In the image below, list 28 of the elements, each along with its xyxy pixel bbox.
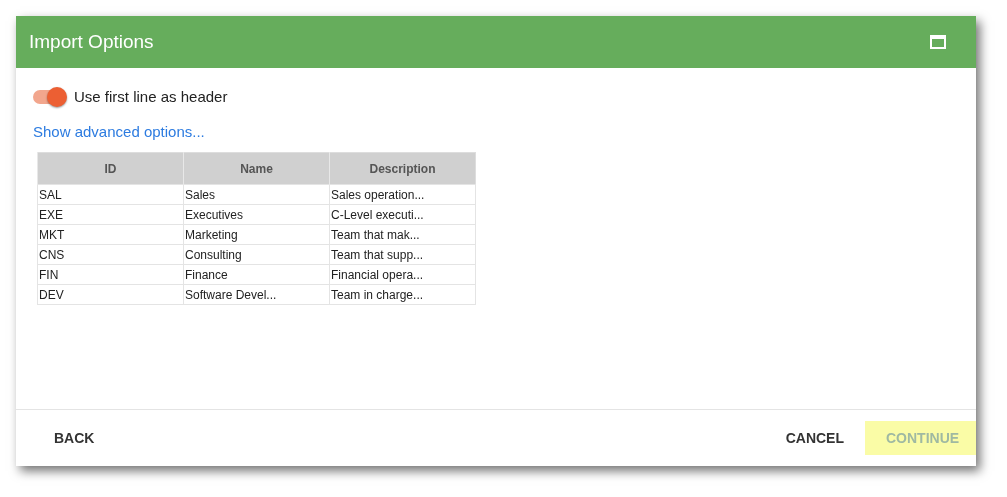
table-cell: Sales operation... — [329, 184, 476, 205]
toggle-switch[interactable] — [33, 89, 65, 104]
table-cell: FIN — [37, 264, 184, 285]
table-cell: SAL — [37, 184, 184, 205]
table-cell: Team in charge... — [329, 284, 476, 305]
table-cell: MKT — [37, 224, 184, 245]
advanced-options-link[interactable]: Show advanced options... — [33, 123, 205, 140]
column-header: Name — [183, 152, 330, 185]
table-cell: DEV — [37, 284, 184, 305]
table-cell: Executives — [183, 204, 330, 225]
table-cell: Finance — [183, 264, 330, 285]
column-header: Description — [329, 152, 476, 185]
table-cell: Marketing — [183, 224, 330, 245]
table-cell: Sales — [183, 184, 330, 205]
table-cell: CNS — [37, 244, 184, 265]
back-button[interactable]: BACK — [33, 421, 116, 455]
table-cell: Software Devel... — [183, 284, 330, 305]
table-cell: Consulting — [183, 244, 330, 265]
table-cell: EXE — [37, 204, 184, 225]
table-cell: C-Level executi... — [329, 204, 476, 225]
window-title: Import Options — [29, 31, 155, 53]
maximize-icon[interactable] — [930, 35, 946, 49]
table-cell: Financial opera... — [329, 264, 476, 285]
column-header: ID — [37, 152, 184, 185]
table-cell: Team that supp... — [329, 244, 476, 265]
toggle-label: Use first line as header — [74, 88, 228, 105]
table-cell: Team that mak... — [329, 224, 476, 245]
cancel-button[interactable]: CANCEL — [764, 421, 865, 455]
